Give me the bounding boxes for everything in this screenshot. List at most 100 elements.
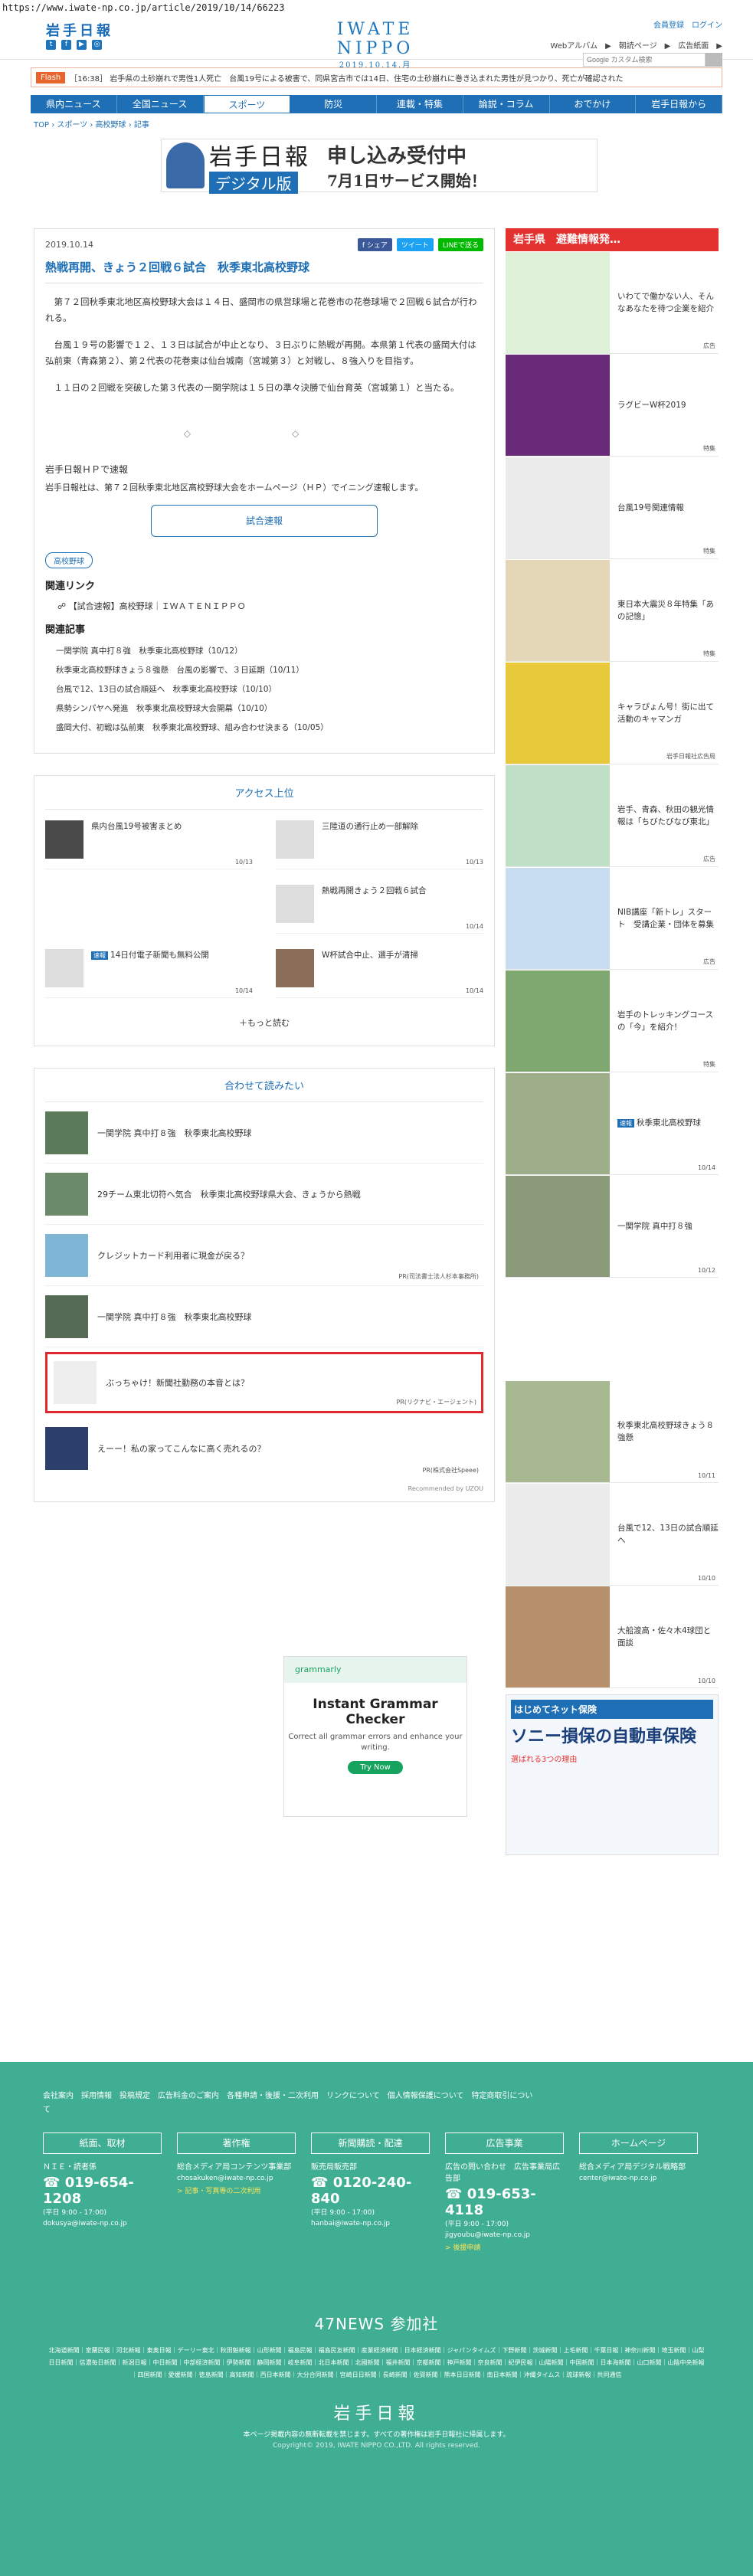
instagram-icon[interactable]: ◎ [92, 40, 102, 50]
contact-phone[interactable]: ☎ 0120-240-840 [311, 2175, 430, 2207]
side-item[interactable]: キャラぴょん号！街に出て活動のキャマンガ 岩手日報社広告局 [506, 662, 719, 764]
ranking-item[interactable]: 熱戦再開きょう２回戦６試合 10/14 [276, 885, 483, 934]
side-item[interactable]: 大船渡高・佐々木4球団と面談 10/10 [506, 1586, 719, 1688]
contact-email[interactable]: hanbai@iwate-np.co.jp [311, 2220, 430, 2227]
search-input[interactable] [583, 53, 706, 67]
member-links[interactable]: 会員登録 ログイン [550, 18, 722, 30]
side-item-title[interactable]: 一関学院 真中打８強 [617, 1220, 692, 1232]
ranking-item-title[interactable]: 県内台風19号被害まとめ [91, 820, 182, 869]
side-item[interactable]: 秋季東北高校野球きょう８強懸 10/11 [506, 1380, 719, 1483]
side-item[interactable]: NIB講座「新トレ」スタート 受講企業・団体を募集 広告 [506, 867, 719, 970]
side-item[interactable]: 岩手、青森、秋田の観光情報は「ちびたびなび東北」 広告 [506, 764, 719, 867]
side-item-title[interactable]: 東日本大震災８年特集「あの記憶」 [617, 598, 719, 623]
site-logo[interactable]: IWATE NIPPO 2019.10.14.月 [299, 20, 452, 70]
ranking-item[interactable]: 速報 14日付電子新聞も無料公開 10/14 [45, 949, 253, 998]
side-item-title[interactable]: 岩手のトレッキングコースの「今」を紹介！ [617, 1009, 719, 1033]
ranking-item[interactable]: W杯試合中止、選手が清掃 10/14 [276, 949, 483, 998]
brand-logo[interactable]: 岩手日報 [46, 20, 113, 40]
side-item-title[interactable]: いわてで働かない人、そんなあなたを待つ企業を紹介 [617, 290, 719, 315]
recommended-item[interactable]: 一関学院 真中打８強 秋季東北高校野球 [45, 1102, 483, 1164]
nav-item-column[interactable]: 論説・コラム [463, 95, 550, 113]
nav-item-sports[interactable]: スポーツ [203, 95, 291, 113]
line-share-button[interactable]: LINEで送る [437, 238, 483, 251]
nav-item-national[interactable]: 全国ニュース [117, 95, 204, 113]
flash-text[interactable]: ［16:38］ 岩手県の土砂崩れで男性1人死亡 台風19号による被害で、同県宮古… [70, 72, 623, 83]
footer-logo[interactable]: 岩手日報 [0, 2400, 753, 2424]
ranking-item-title[interactable]: 速報 14日付電子新聞も無料公開 [91, 949, 209, 997]
recommended-item-title[interactable]: ぶっちゃけ！新聞社勤務の本音とは？ [106, 1376, 249, 1389]
recommended-item[interactable]: えーー！私の家ってこんなに高く売れるの？ PR(株式会社Speee) [45, 1418, 483, 1479]
related-article[interactable]: 秋季東北高校野球きょう８強懸 台風の影響で、３日延期（10/11） [56, 661, 483, 680]
breadcrumb[interactable]: TOP › スポーツ › 高校野球 › 記事 [34, 118, 753, 129]
youtube-icon[interactable]: ▶ [77, 40, 87, 50]
side-item[interactable]: いわてで働かない人、そんなあなたを待つ企業を紹介 広告 [506, 251, 719, 354]
digital-edition-banner[interactable]: 岩手日報 デジタル版 申し込み受付中 7月1日サービス開始！ [161, 139, 597, 194]
ranking-item[interactable] [45, 885, 253, 934]
side-item[interactable]: 一関学院 真中打８強 10/12 [506, 1175, 719, 1278]
recommended-item[interactable]: 一関学院 真中打８強 秋季東北高校野球 [45, 1286, 483, 1347]
side-item-title-text[interactable]: 秋季東北高校野球 [637, 1118, 701, 1128]
facebook-share-button[interactable]: f シェア [357, 238, 392, 251]
ranking-item[interactable]: 県内台風19号被害まとめ 10/13 [45, 820, 253, 869]
side-item-title[interactable]: 岩手、青森、秋田の観光情報は「ちびたびなび東北」 [617, 804, 719, 828]
recommended-item-title[interactable]: えーー！私の家ってこんなに高く売れるの？ [97, 1442, 265, 1455]
contact-email[interactable]: chosakuken@iwate-np.co.jp [177, 2175, 296, 2182]
evacuation-info-banner[interactable]: 岩手県 避難情報発… [506, 228, 719, 251]
flash-news-bar[interactable]: Flash ［16:38］ 岩手県の土砂崩れで男性1人死亡 台風19号による被害… [31, 67, 722, 87]
related-article[interactable]: 県勢シンパヤへ発進 秋季東北高校野球大会開幕（10/10） [56, 699, 483, 718]
contact-phone[interactable]: ☎ 019-653-4118 [445, 2186, 564, 2218]
recommended-item[interactable]: クレジットカード利用者に現金が戻る？ PR(司法書士法人杉本事務所) [45, 1225, 483, 1286]
sony-insurance-ad[interactable]: はじめてネット保険 ソニー損保の自動車保険 選ばれる3つの理由 [506, 1694, 719, 1855]
contact-email[interactable]: dokusya@iwate-np.co.jp [43, 2220, 162, 2227]
contact-link[interactable]: > 後援申請 [445, 2242, 564, 2252]
side-item[interactable]: 東日本大震災８年特集「あの記憶」 特集 [506, 559, 719, 662]
ranking-item-title[interactable]: W杯試合中止、選手が清掃 [322, 949, 418, 997]
footer-links[interactable]: 会社案内 採用情報 投稿規定 広告料金のご案内 各種申請・後援・二次利用 リンク… [43, 2090, 533, 2117]
ranking-item-title-text[interactable]: 14日付電子新聞も無料公開 [110, 951, 209, 960]
recommended-item[interactable]: 29チーム東北切符へ気合 秋季東北高校野球県大会、きょうから熱戦 [45, 1164, 483, 1225]
side-item-title[interactable]: 台風で12、13日の試合順延へ [617, 1522, 719, 1547]
contact-phone[interactable]: ☎ 019-654-1208 [43, 2175, 162, 2207]
nav-item-disaster[interactable]: 防災 [290, 95, 377, 113]
ranking-item-title[interactable]: 三陸道の通行止め一部解除 [322, 820, 418, 869]
game-report-button[interactable]: 試合速報 [151, 505, 378, 537]
tweet-button[interactable]: ツイート [396, 238, 434, 251]
side-item-title[interactable]: 秋季東北高校野球きょう８強懸 [617, 1419, 719, 1444]
side-item[interactable]: 速報 秋季東北高校野球 10/14 [506, 1072, 719, 1175]
related-article[interactable]: 台風で12、13日の試合順延へ 秋季東北高校野球（10/10） [56, 680, 483, 699]
nav-item-series[interactable]: 連載・特集 [377, 95, 463, 113]
related-link-text[interactable]: 【試合速報】高校野球｜ＩＷＡＴＥＮＩＰＰＯ [69, 601, 246, 611]
recommended-item-title[interactable]: 一関学院 真中打８強 秋季東北高校野球 [97, 1127, 252, 1139]
side-item[interactable]: 台風で12、13日の試合順延へ 10/10 [506, 1483, 719, 1586]
search-button[interactable] [706, 53, 722, 67]
ranking-item-title[interactable]: 熱戦再開きょう２回戦６試合 [322, 885, 427, 933]
recommended-item-title[interactable]: クレジットカード利用者に現金が戻る？ [97, 1249, 249, 1262]
article-tag[interactable]: 高校野球 [45, 552, 93, 568]
side-item[interactable]: ラグビーW杯2019 特集 [506, 354, 719, 457]
contact-email[interactable]: jigyoubu@iwate-np.co.jp [445, 2231, 564, 2239]
side-item[interactable]: 岩手のトレッキングコースの「今」を紹介！ 特集 [506, 970, 719, 1072]
47news-members[interactable]: 北海道新聞｜室蘭民報｜河北新報｜東奥日報｜デーリー東北｜秋田魁新報｜山形新聞｜福… [47, 2345, 706, 2381]
ad-try-button[interactable]: Try Now [348, 1761, 403, 1774]
side-item-title[interactable]: 台風19号関連情報 [617, 502, 684, 514]
side-item-title[interactable]: ラグビーW杯2019 [617, 399, 686, 411]
read-more-button[interactable]: ＋もっと読む [45, 1016, 483, 1036]
related-link[interactable]: ☍ 【試合速報】高校野球｜ＩＷＡＴＥＮＩＰＰＯ [45, 600, 483, 612]
nav-item-from-nippo[interactable]: 岩手日報から [636, 95, 722, 113]
side-item[interactable]: 台風19号関連情報 特集 [506, 457, 719, 559]
facebook-icon[interactable]: f [61, 40, 71, 50]
recommended-item-highlighted[interactable]: ぶっちゃけ！新聞社勤務の本音とは？ PR(リクナビ・エージェント) [45, 1352, 483, 1413]
related-article[interactable]: 一関学院 真中打８強 秋季東北高校野球（10/12） [56, 642, 483, 661]
side-item-title[interactable]: キャラぴょん号！街に出て活動のキャマンガ [617, 701, 719, 725]
side-item-title[interactable]: NIB講座「新トレ」スタート 受講企業・団体を募集 [617, 906, 719, 931]
related-article[interactable]: 盛岡大付、初戦は弘前東 秋季東北高校野球、組み合わせ決まる（10/05） [56, 718, 483, 738]
side-item-title[interactable]: 大船渡高・佐々木4球団と面談 [617, 1625, 719, 1649]
recommended-item-title[interactable]: 29チーム東北切符へ気合 秋季東北高校野球県大会、きょうから熱戦 [97, 1188, 361, 1200]
header-links[interactable]: Webアルバム ▶ 朝読ページ ▶ 広告紙面 ▶ [550, 39, 722, 51]
contact-link[interactable]: > 記事・写真等の二次利用 [177, 2185, 296, 2195]
side-item-title[interactable]: 速報 秋季東北高校野球 [617, 1117, 701, 1130]
recommended-item-title[interactable]: 一関学院 真中打８強 秋季東北高校野球 [97, 1311, 252, 1323]
nav-item-outing[interactable]: おでかけ [550, 95, 637, 113]
recommended-by[interactable]: Recommended by UZOU [45, 1485, 483, 1492]
address-bar[interactable]: https://www.iwate-np.co.jp/article/2019/… [0, 0, 753, 15]
